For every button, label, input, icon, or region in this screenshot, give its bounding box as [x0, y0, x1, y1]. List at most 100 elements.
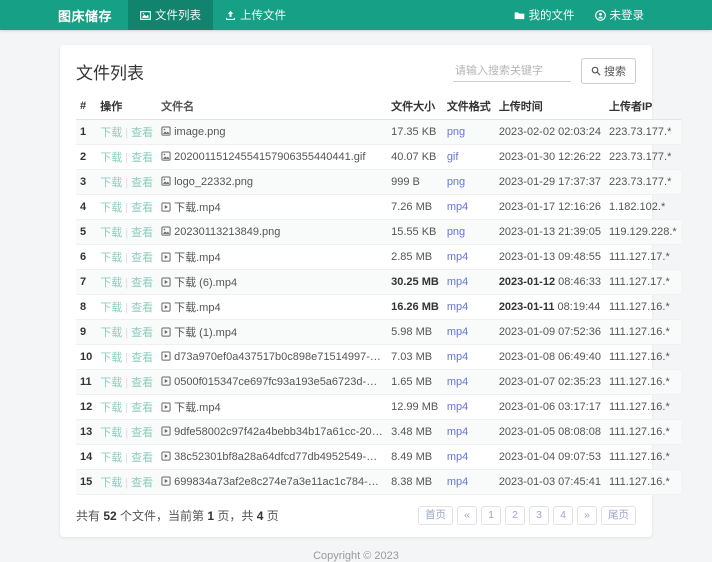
row-actions: 下载|查看 [96, 195, 157, 220]
file-name-cell: 20200115124554157906355440441.gif [157, 145, 387, 170]
view-link[interactable]: 查看 [131, 377, 153, 389]
table-row: 15下载|查看699834a73af2e8c274e7a3e11ac1c784-… [76, 470, 681, 495]
tab-upload[interactable]: 上传文件 [213, 0, 298, 30]
view-link[interactable]: 查看 [131, 452, 153, 464]
file-play-icon [161, 351, 171, 361]
search-input[interactable] [453, 61, 571, 82]
download-link[interactable]: 下载 [100, 277, 122, 289]
format-link[interactable]: gif [447, 151, 459, 163]
file-format-cell: mp4 [443, 445, 495, 470]
row-actions: 下载|查看 [96, 245, 157, 270]
format-link[interactable]: png [447, 126, 465, 138]
upload-time: 2023-01-06 03:17:17 [495, 395, 605, 420]
pagination-next[interactable]: » [577, 506, 597, 525]
table-row: 8下载|查看下载.mp416.26 MBmp42023-01-11 08:19:… [76, 295, 681, 320]
pagination-page-1[interactable]: 1 [481, 506, 501, 525]
tab-file-list[interactable]: 文件列表 [128, 0, 213, 30]
table-row: 11下载|查看0500f015347ce697fc93a193e5a6723d-… [76, 370, 681, 395]
pagination-first[interactable]: 首页 [418, 506, 453, 525]
download-link[interactable]: 下载 [100, 202, 122, 214]
download-link[interactable]: 下载 [100, 427, 122, 439]
col-index: # [76, 93, 96, 120]
pagination-page-3[interactable]: 3 [529, 506, 549, 525]
pagination-prev[interactable]: « [457, 506, 477, 525]
view-link[interactable]: 查看 [131, 402, 153, 414]
file-play-icon [161, 451, 171, 461]
format-link[interactable]: mp4 [447, 451, 468, 463]
table-row: 14下载|查看38c52301bf8a28a64dfcd77db4952549-… [76, 445, 681, 470]
format-link[interactable]: mp4 [447, 201, 468, 213]
file-format-cell: mp4 [443, 345, 495, 370]
search-button[interactable]: 搜索 [581, 58, 636, 84]
pagination-page-2[interactable]: 2 [505, 506, 525, 525]
download-link[interactable]: 下载 [100, 252, 122, 264]
uploader-ip: 111.127.16.* [605, 320, 681, 345]
my-files-link[interactable]: 我的文件 [504, 0, 585, 30]
view-link[interactable]: 查看 [131, 152, 153, 164]
row-index: 5 [76, 220, 96, 245]
login-status-link[interactable]: 未登录 [585, 0, 655, 30]
action-separator: | [125, 277, 128, 289]
upload-time: 2023-01-13 09:48:55 [495, 245, 605, 270]
folder-icon [514, 10, 525, 21]
row-actions: 下载|查看 [96, 220, 157, 245]
format-link[interactable]: mp4 [447, 476, 468, 488]
view-link[interactable]: 查看 [131, 252, 153, 264]
current-page-number: 1 [207, 509, 214, 523]
format-link[interactable]: mp4 [447, 251, 468, 263]
file-image-icon [161, 226, 171, 236]
download-link[interactable]: 下载 [100, 477, 122, 489]
file-play-icon [161, 202, 171, 212]
download-link[interactable]: 下载 [100, 452, 122, 464]
download-link[interactable]: 下载 [100, 152, 122, 164]
view-link[interactable]: 查看 [131, 177, 153, 189]
view-link[interactable]: 查看 [131, 477, 153, 489]
file-size: 3.48 MB [387, 420, 443, 445]
file-name: 9dfe58002c97f42a4bebb34b17a61cc-2023-01-… [174, 426, 387, 438]
view-link[interactable]: 查看 [131, 127, 153, 139]
format-link[interactable]: mp4 [447, 326, 468, 338]
file-name: 699834a73af2e8c274e7a3e11ac1c784-2023-01… [174, 476, 387, 488]
uploader-ip: 111.127.16.* [605, 345, 681, 370]
file-name-cell: 下载 (6).mp4 [157, 270, 387, 295]
format-link[interactable]: mp4 [447, 351, 468, 363]
format-link[interactable]: mp4 [447, 301, 468, 313]
format-link[interactable]: mp4 [447, 276, 468, 288]
top-navbar: 图床储存 文件列表 上传文件 我的文件 未登录 [0, 0, 712, 30]
view-link[interactable]: 查看 [131, 227, 153, 239]
view-link[interactable]: 查看 [131, 352, 153, 364]
download-link[interactable]: 下载 [100, 352, 122, 364]
file-name-cell: 下载.mp4 [157, 195, 387, 220]
file-name-cell: 下载.mp4 [157, 295, 387, 320]
file-format-cell: mp4 [443, 270, 495, 295]
view-link[interactable]: 查看 [131, 277, 153, 289]
download-link[interactable]: 下载 [100, 227, 122, 239]
file-name-cell: logo_22332.png [157, 170, 387, 195]
format-link[interactable]: mp4 [447, 376, 468, 388]
pagination-page-4[interactable]: 4 [553, 506, 573, 525]
total-pages-count: 4 [257, 509, 264, 523]
file-name: 下载 (1).mp4 [174, 327, 237, 339]
view-link[interactable]: 查看 [131, 302, 153, 314]
view-link[interactable]: 查看 [131, 327, 153, 339]
upload-icon [225, 10, 236, 21]
card-header: 文件列表 搜索 [76, 58, 636, 84]
col-uploaderip: 上传者IP [605, 93, 681, 120]
format-link[interactable]: png [447, 226, 465, 238]
upload-time: 2023-02-02 02:03:24 [495, 120, 605, 145]
download-link[interactable]: 下载 [100, 377, 122, 389]
format-link[interactable]: mp4 [447, 401, 468, 413]
view-link[interactable]: 查看 [131, 202, 153, 214]
format-link[interactable]: png [447, 176, 465, 188]
upload-time: 2023-01-07 02:35:23 [495, 370, 605, 395]
format-link[interactable]: mp4 [447, 426, 468, 438]
download-link[interactable]: 下载 [100, 127, 122, 139]
view-link[interactable]: 查看 [131, 427, 153, 439]
pagination-last[interactable]: 尾页 [601, 506, 636, 525]
download-link[interactable]: 下载 [100, 302, 122, 314]
download-link[interactable]: 下载 [100, 402, 122, 414]
download-link[interactable]: 下载 [100, 327, 122, 339]
action-separator: | [125, 327, 128, 339]
download-link[interactable]: 下载 [100, 177, 122, 189]
uploader-ip: 111.127.16.* [605, 420, 681, 445]
